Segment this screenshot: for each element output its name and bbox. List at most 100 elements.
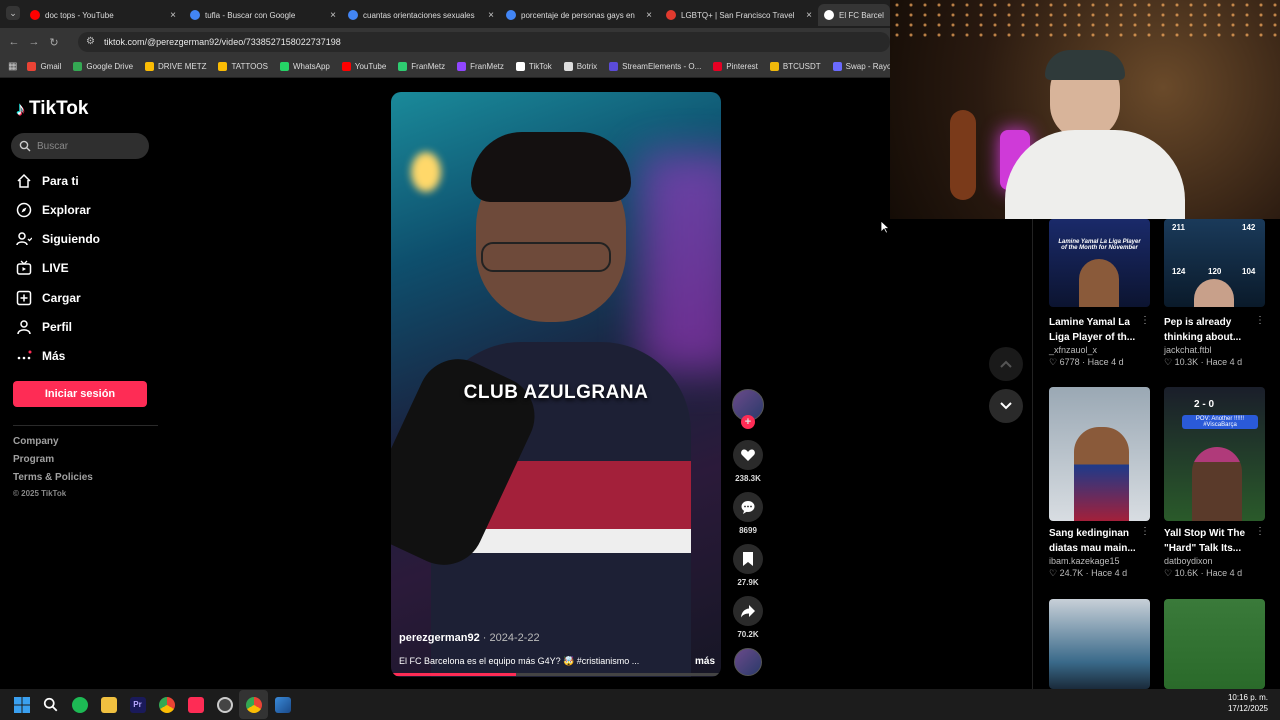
close-tab-icon[interactable]: × [488, 10, 494, 21]
recommendation-card[interactable]: Sang kedinginan diatas mau main... ⋮ iba… [1049, 387, 1150, 579]
video-author-line[interactable]: perezgerman92 · 2024-2-22 [399, 632, 540, 644]
recommendation-card[interactable]: Lamine Yamal La Liga Player of the Month… [1049, 219, 1150, 368]
search-input[interactable]: Buscar [11, 133, 149, 159]
url-field[interactable]: ⚙ tiktok.com/@perezgerman92/video/733852… [78, 32, 890, 52]
more-options-icon[interactable]: ⋮ [1255, 526, 1265, 556]
bookmark-item[interactable]: Google Drive [73, 62, 133, 71]
recommendation-thumbnail[interactable] [1049, 387, 1150, 521]
premiere-pro-icon: Pr [129, 696, 146, 713]
footer-link-program[interactable]: Program [13, 454, 54, 465]
follow-plus-icon[interactable]: + [741, 415, 755, 429]
recommendation-author[interactable]: jackchat.ftbl [1164, 345, 1265, 355]
bookmark-item[interactable]: StreamElements - O... [609, 62, 701, 71]
tiktok-taskbar-button[interactable] [181, 690, 210, 719]
recommendation-title[interactable]: Pep is already thinking about... [1164, 315, 1255, 345]
chrome-active-taskbar-button[interactable] [239, 690, 268, 719]
more-link[interactable]: más [695, 656, 715, 667]
bookmark-item[interactable]: WhatsApp [279, 62, 330, 71]
tab-title: porcentaje de personas gays en [521, 10, 635, 20]
recommendation-thumbnail[interactable]: 211 142 124 120 104 [1164, 219, 1265, 307]
sidebar-item-para-ti[interactable]: Para ti [16, 170, 79, 192]
bookmark-item[interactable]: Pinterest [713, 62, 758, 71]
sound-avatar-button[interactable] [732, 648, 764, 676]
bookmark-item[interactable]: Botrix [563, 62, 597, 71]
sidebar-item-mas[interactable]: Más [16, 345, 65, 367]
apps-grid-icon[interactable]: ▦ [8, 61, 17, 72]
browser-tab[interactable]: LGBTQ+ | San Francisco Travel × [660, 4, 818, 26]
bookmark-item[interactable]: BTCUSDT [769, 62, 821, 71]
tab-title: cuantas orientaciones sexuales [363, 10, 475, 20]
recommendation-card[interactable]: 2 - 0 POV: Another !!!!!! #ViscaBarça Ya… [1164, 387, 1265, 579]
bookmark-item[interactable]: TATTOOS [218, 62, 268, 71]
obs-taskbar-button[interactable] [210, 690, 239, 719]
bookmark-item[interactable]: TikTok [515, 62, 552, 71]
recommendation-title[interactable]: Sang kedinginan diatas mau main... [1049, 526, 1140, 556]
recommendation-card[interactable]: 211 142 124 120 104 Pep is already think… [1164, 219, 1265, 368]
close-tab-icon[interactable]: × [170, 10, 176, 21]
more-options-icon[interactable]: ⋮ [1255, 315, 1265, 345]
bookmark-item[interactable]: Swap - Rayo [832, 62, 890, 71]
browser-tab[interactable]: cuantas orientaciones sexuales × [342, 4, 500, 26]
bookmark-favicon-icon [279, 62, 289, 71]
share-button[interactable]: 70.2K [732, 596, 764, 639]
video-player[interactable]: CLUB AZULGRANA perezgerman92 · 2024-2-22… [391, 92, 721, 677]
bookmark-item[interactable]: Gmail [27, 62, 61, 71]
file-explorer-taskbar-button[interactable] [94, 690, 123, 719]
footer-link-company[interactable]: Company [13, 436, 59, 447]
close-tab-icon[interactable]: × [330, 10, 336, 21]
bookmark-item[interactable]: YouTube [341, 62, 386, 71]
video-author[interactable]: perezgerman92 [399, 632, 480, 644]
footer-link-terms[interactable]: Terms & Policies [13, 472, 93, 483]
tab-search-button[interactable]: ⌄ [6, 6, 20, 20]
chrome-taskbar-button[interactable] [152, 690, 181, 719]
sidebar-item-cargar[interactable]: Cargar [16, 287, 81, 309]
tiktok-note-icon: ♪ [16, 98, 25, 119]
like-button[interactable]: 238.3K [732, 440, 764, 483]
author-avatar-button[interactable]: + [732, 389, 764, 429]
save-button[interactable]: 27.9K [732, 544, 764, 587]
start-button[interactable] [7, 690, 36, 719]
browser-tab[interactable]: tufla - Buscar con Google × [184, 4, 342, 26]
forward-icon[interactable]: → [24, 36, 44, 48]
previous-video-button[interactable] [989, 347, 1023, 381]
recommendation-title[interactable]: Yall Stop Wit The "Hard" Talk Its... [1164, 526, 1255, 556]
sidebar-item-siguiendo[interactable]: Siguiendo [16, 228, 100, 250]
recommendation-author[interactable]: _xfnzauol_x [1049, 345, 1150, 355]
site-info-icon[interactable]: ⚙ [86, 36, 95, 47]
tiktok-logo[interactable]: ♪ TikTok [16, 98, 88, 120]
browser-tab[interactable]: El FC Barcelon [818, 4, 890, 26]
recommendation-thumbnail[interactable] [1049, 599, 1150, 689]
sidebar-item-live[interactable]: LIVE [16, 257, 69, 279]
recommendation-thumbnail[interactable] [1164, 599, 1265, 689]
back-icon[interactable]: ← [4, 36, 24, 48]
bookmark-item[interactable]: FranMetz [398, 62, 445, 71]
video-date: · 2024-2-22 [479, 632, 540, 644]
comment-button[interactable]: 8699 [732, 492, 764, 535]
recommendation-thumbnail[interactable]: Lamine Yamal La Liga Player of the Month… [1049, 219, 1150, 307]
premiere-taskbar-button[interactable]: Pr [123, 690, 152, 719]
sidebar-item-perfil[interactable]: Perfil [16, 316, 72, 338]
taskbar-search-button[interactable] [36, 690, 65, 719]
home-icon [17, 173, 31, 188]
recommendation-author[interactable]: ibam.kazekage15 [1049, 556, 1150, 566]
bookmark-item[interactable]: DRIVE METZ [145, 62, 206, 71]
recommendation-thumbnail[interactable]: 2 - 0 POV: Another !!!!!! #ViscaBarça [1164, 387, 1265, 521]
app-taskbar-button[interactable] [268, 690, 297, 719]
close-tab-icon[interactable]: × [806, 10, 812, 21]
reload-icon[interactable]: ↻ [44, 36, 64, 49]
more-options-icon[interactable]: ⋮ [1140, 526, 1150, 556]
close-tab-icon[interactable]: × [646, 10, 652, 21]
webcam-overlay [890, 0, 1280, 219]
sidebar-item-explorar[interactable]: Explorar [16, 199, 91, 221]
next-video-button[interactable] [989, 389, 1023, 423]
recommendation-author[interactable]: datboydixon [1164, 556, 1265, 566]
browser-tab[interactable]: porcentaje de personas gays en × [500, 4, 658, 26]
video-progress-bar[interactable] [391, 673, 721, 676]
more-options-icon[interactable]: ⋮ [1140, 315, 1150, 345]
browser-tab[interactable]: doc tops - YouTube × [24, 4, 182, 26]
spotify-taskbar-button[interactable] [65, 690, 94, 719]
bookmark-item[interactable]: FranMetz [457, 62, 504, 71]
taskbar-clock[interactable]: 10:16 p. m. 17/12/2025 [1228, 692, 1268, 714]
login-button[interactable]: Iniciar sesión [13, 381, 147, 407]
recommendation-title[interactable]: Lamine Yamal La Liga Player of th... [1049, 315, 1140, 345]
